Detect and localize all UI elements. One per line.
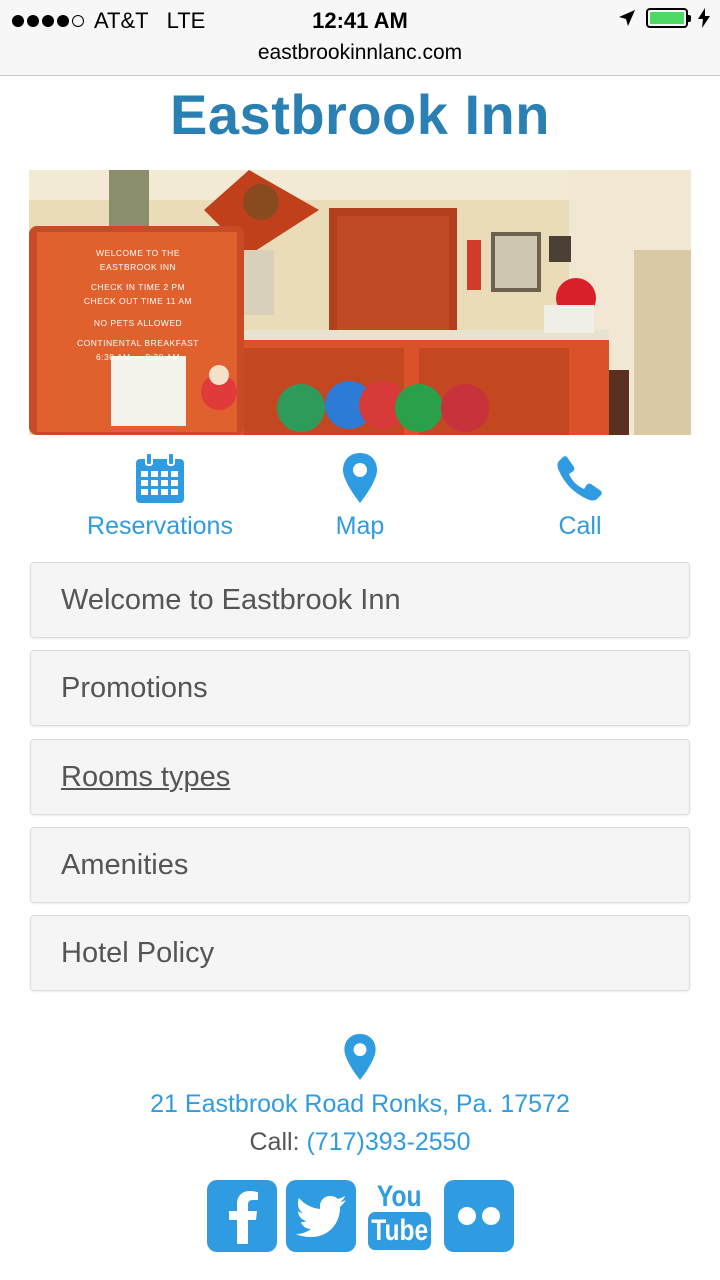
sign-line: 6:30 AM — 9:30 AM: [95, 352, 181, 362]
status-time: 12:41 AM: [312, 8, 408, 33]
section-welcome[interactable]: Welcome to Eastbrook Inn: [30, 562, 690, 638]
phone-icon: [470, 448, 690, 508]
battery-icon: [646, 8, 691, 28]
call-button[interactable]: Call: [470, 448, 690, 541]
youtube-you-text: You: [377, 1180, 422, 1213]
footer-location-icon: [0, 1034, 720, 1080]
sign-line: EASTBROOK INN: [99, 262, 177, 272]
section-rooms-types[interactable]: Rooms types: [30, 739, 690, 815]
sign-line: CONTINENTAL BREAKFAST: [77, 338, 199, 348]
call-prefix: Call:: [249, 1128, 300, 1156]
section-label: Rooms types: [61, 760, 231, 793]
section-label: Welcome to Eastbrook Inn: [61, 583, 401, 616]
section-hotel-policy[interactable]: Hotel Policy: [30, 915, 690, 991]
welcome-sign: WELCOME TO THE EASTBROOK INN CHECK IN TI…: [53, 246, 223, 364]
page-title: Eastbrook Inn: [170, 83, 550, 146]
youtube-icon[interactable]: You Tube: [365, 1180, 435, 1252]
call-label: Call: [558, 512, 602, 540]
url-text: eastbrookinnlanc.com: [257, 41, 463, 64]
map-label: Map: [335, 512, 385, 540]
footer-address[interactable]: 21 Eastbrook Road Ronks, Pa. 17572: [0, 1090, 720, 1119]
reservations-label: Reservations: [87, 512, 233, 540]
sign-line: CHECK OUT TIME 11 AM: [83, 296, 193, 306]
flickr-icon[interactable]: [443, 1180, 514, 1252]
status-bar: AT&T LTE 12:41 AM: [0, 0, 720, 40]
facebook-icon[interactable]: [206, 1180, 277, 1252]
phone-link[interactable]: (717)393-2550: [306, 1128, 470, 1156]
social-links: You Tube: [0, 1180, 720, 1252]
youtube-tube-text: Tube: [367, 1212, 432, 1250]
sign-line: WELCOME TO THE: [96, 248, 180, 258]
section-label: Promotions: [61, 671, 208, 704]
footer-call-line: Call: (717)393-2550: [0, 1128, 720, 1157]
section-amenities[interactable]: Amenities: [30, 827, 690, 903]
sign-line: NO PETS ALLOWED: [93, 318, 183, 328]
section-label: Amenities: [61, 848, 189, 881]
section-label: Hotel Policy: [61, 936, 215, 969]
hero-lobby-image: WELCOME TO THE EASTBROOK INN CHECK IN TI…: [29, 170, 691, 435]
battery-fill: [650, 12, 684, 24]
map-pin-icon: [250, 448, 470, 508]
map-button[interactable]: Map: [250, 448, 470, 541]
calendar-icon: [50, 448, 270, 508]
location-arrow-icon: [619, 10, 635, 26]
status-right: [618, 8, 710, 28]
section-promotions[interactable]: Promotions: [30, 650, 690, 726]
quick-actions: Reservations Map Call: [29, 448, 691, 548]
sign-line: CHECK IN TIME 2 PM: [90, 282, 186, 292]
reservations-button[interactable]: Reservations: [50, 448, 270, 541]
charging-bolt-icon: [698, 8, 710, 28]
url-bar[interactable]: eastbrookinnlanc.com: [0, 40, 720, 76]
twitter-icon[interactable]: [285, 1180, 356, 1252]
